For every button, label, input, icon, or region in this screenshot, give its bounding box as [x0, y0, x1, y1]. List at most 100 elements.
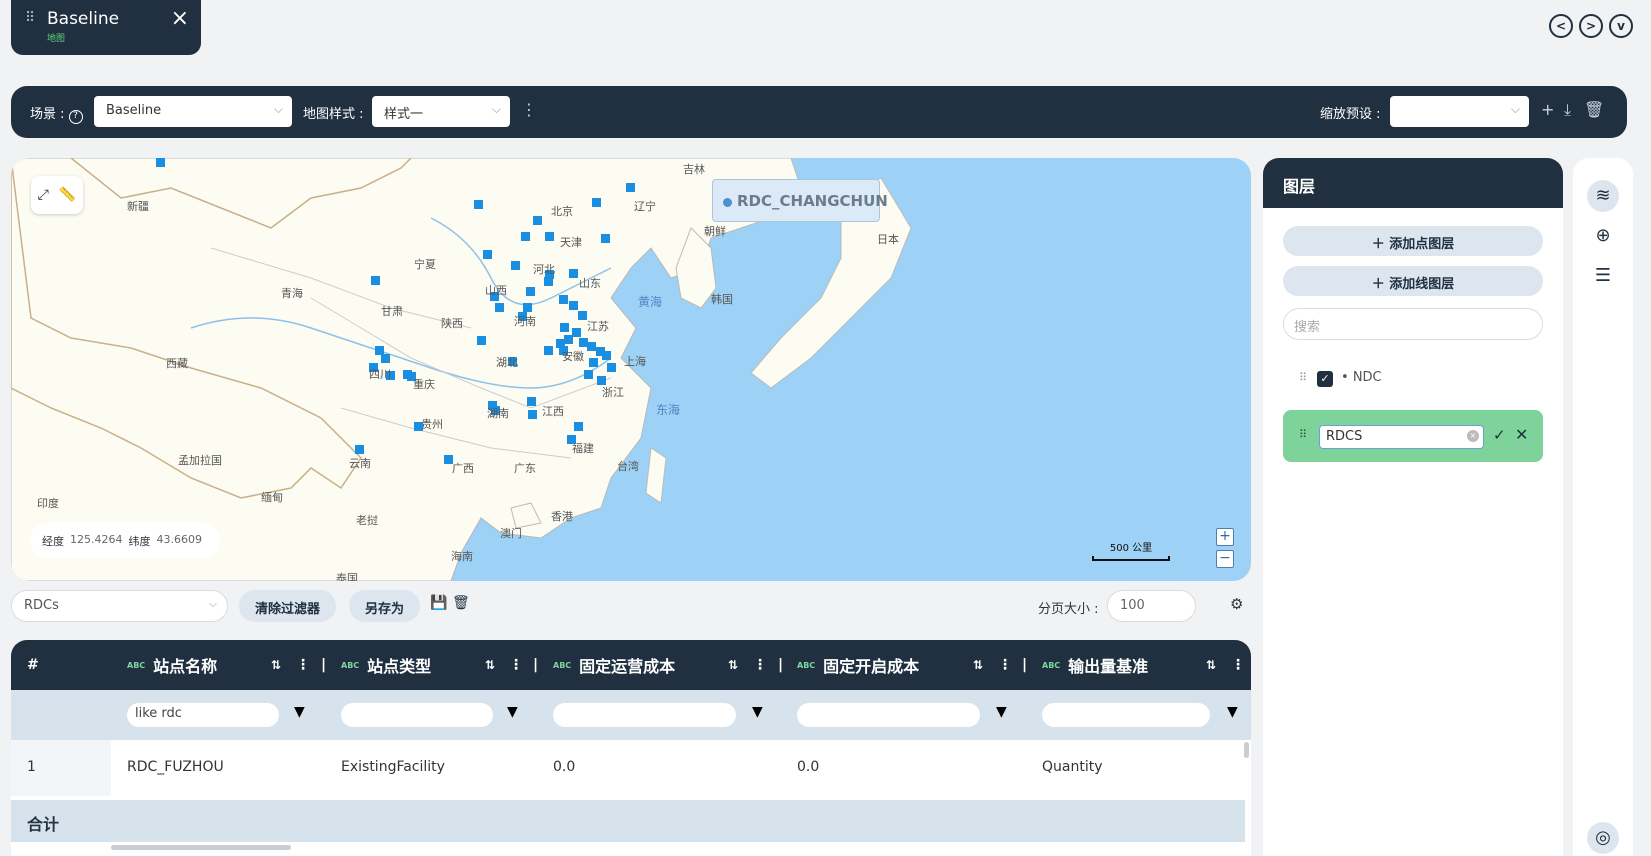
rdc-marker[interactable] [587, 342, 596, 351]
filter-icon[interactable]: ▼ [752, 704, 763, 720]
horizontal-scrollbar[interactable] [111, 845, 291, 850]
rdc-marker[interactable] [545, 232, 554, 241]
column-header[interactable]: ABC 固定开启成本 [797, 640, 919, 690]
drag-handle-icon[interactable]: ⠿ [1299, 371, 1307, 384]
rdc-marker[interactable] [626, 183, 635, 192]
rdc-marker[interactable] [526, 287, 535, 296]
sort-icon[interactable]: ⇅ [973, 640, 983, 690]
add-point-layer-button[interactable]: ＋ 添加点图层 [1283, 226, 1543, 256]
analytics-icon[interactable]: ◎ [1587, 822, 1619, 854]
rdc-marker[interactable] [528, 410, 537, 419]
gear-icon[interactable]: ⚙ [1230, 595, 1243, 613]
filter-icon[interactable]: ▼ [1227, 704, 1238, 720]
column-divider[interactable]: | [1022, 640, 1027, 690]
zoom-preset-select[interactable]: ⌵ [1390, 96, 1529, 127]
save-as-button[interactable]: 另存为 [349, 590, 421, 622]
zoom-in-button[interactable]: + [1216, 528, 1234, 546]
confirm-icon[interactable]: ✓ [1493, 426, 1506, 444]
filter-icon[interactable]: ▼ [507, 704, 518, 720]
rdc-marker[interactable] [589, 358, 598, 367]
rdc-marker[interactable] [483, 250, 492, 259]
sort-icon[interactable]: ⇅ [271, 640, 281, 690]
delete-icon[interactable]: 🗑 [452, 595, 470, 611]
map-view[interactable]: 新疆 青海 西藏 甘肃 宁夏 四川 陕西 山西 河北 北京 天津 山东 河南 湖… [11, 158, 1251, 581]
rdc-marker[interactable] [569, 301, 578, 310]
more-vertical-icon[interactable]: ⋮ [521, 100, 537, 119]
page-size-input[interactable]: 100 [1107, 590, 1196, 622]
drag-handle-icon[interactable]: ⠿ [1299, 428, 1307, 441]
more-vertical-icon[interactable]: ⋮ [1231, 640, 1245, 690]
scene-select[interactable]: Baseline ⌵ [94, 96, 292, 127]
help-icon[interactable]: ? [68, 110, 83, 124]
more-vertical-icon[interactable]: ⋮ [998, 640, 1012, 690]
add-icon[interactable]: + [1541, 100, 1554, 119]
rdc-marker[interactable] [527, 397, 536, 406]
table-row[interactable]: 1 RDC_FUZHOU ExistingFacility 0.0 0.0 Qu… [11, 740, 1251, 796]
layer-name-input[interactable]: RDCS [1319, 425, 1484, 449]
drag-handle-icon[interactable]: ⠿ [25, 10, 35, 26]
download-icon[interactable]: ⤓ [1564, 100, 1571, 120]
rdc-marker[interactable] [592, 198, 601, 207]
rdc-marker[interactable] [572, 328, 581, 337]
add-layer-icon[interactable]: ⊕ [1587, 220, 1619, 252]
save-icon[interactable]: 💾 [430, 595, 447, 611]
rdc-marker[interactable] [474, 200, 483, 209]
column-filter-input[interactable] [553, 703, 736, 727]
rdc-marker[interactable] [560, 323, 569, 332]
workspace-tab[interactable]: ⠿ Baseline 地图 × [11, 0, 201, 55]
layer-checkbox[interactable]: ✓ [1317, 371, 1333, 387]
rdc-marker[interactable] [569, 269, 578, 278]
column-divider[interactable]: | [321, 640, 326, 690]
column-filter-input[interactable] [797, 703, 980, 727]
rdc-marker[interactable] [584, 370, 593, 379]
sort-icon[interactable]: ⇅ [1206, 640, 1216, 690]
more-vertical-icon[interactable]: ⋮ [753, 640, 767, 690]
sort-icon[interactable]: ⇅ [728, 640, 738, 690]
rdc-marker[interactable] [371, 276, 380, 285]
delete-icon[interactable]: 🗑 [1584, 100, 1604, 119]
column-divider[interactable]: | [533, 640, 538, 690]
column-filter-input[interactable] [1042, 703, 1210, 727]
prev-icon[interactable]: < [1549, 14, 1573, 38]
layer-item-editing[interactable]: ⠿ RDCS × ✓ ✕ [1283, 410, 1543, 462]
rdc-marker[interactable] [523, 303, 532, 312]
column-header[interactable]: ABC 站点类型 [341, 640, 431, 690]
legend-list-icon[interactable]: ☰ [1587, 260, 1619, 292]
clear-filters-button[interactable]: 清除过滤器 [239, 590, 337, 622]
chevron-down-icon[interactable]: v [1609, 14, 1633, 38]
column-filter-input[interactable] [341, 703, 493, 727]
ruler-icon[interactable]: 📏 [59, 187, 76, 203]
rdc-marker[interactable] [533, 216, 542, 225]
close-icon[interactable]: × [171, 6, 189, 31]
rdc-marker[interactable] [544, 277, 553, 286]
column-filter-input[interactable]: like rdc [127, 703, 279, 727]
rdc-marker[interactable] [574, 422, 583, 431]
layers-icon[interactable]: ≋ [1587, 180, 1619, 212]
rdc-marker[interactable] [156, 158, 165, 167]
cancel-icon[interactable]: ✕ [1515, 425, 1528, 444]
view-select[interactable]: RDCs ⌵ [11, 590, 228, 622]
rdc-marker[interactable] [521, 232, 530, 241]
rdc-marker[interactable] [601, 234, 610, 243]
rdc-marker[interactable] [607, 363, 616, 372]
column-header[interactable]: ABC 固定运营成本 [553, 640, 675, 690]
clear-input-icon[interactable]: × [1467, 430, 1479, 442]
add-line-layer-button[interactable]: ＋ 添加线图层 [1283, 266, 1543, 296]
layer-item[interactable]: ⠿ ✓ • NDC [1283, 364, 1543, 394]
more-vertical-icon[interactable]: ⋮ [509, 640, 523, 690]
next-icon[interactable]: > [1579, 14, 1603, 38]
fullscreen-icon[interactable]: ⤢ [38, 187, 49, 203]
rdc-marker[interactable] [495, 303, 504, 312]
rdc-marker[interactable] [355, 445, 364, 454]
rdc-marker[interactable] [564, 335, 573, 344]
column-header[interactable]: ABC 输出量基准 [1042, 640, 1148, 690]
column-divider[interactable]: | [778, 640, 783, 690]
rdc-marker[interactable] [477, 336, 486, 345]
column-header[interactable]: ABC 站点名称 [127, 640, 217, 690]
rdc-marker[interactable] [578, 311, 587, 320]
rdc-marker[interactable] [511, 261, 520, 270]
vertical-scrollbar[interactable] [1244, 742, 1249, 758]
map-style-select[interactable]: 样式一 ⌵ [372, 96, 510, 127]
rdc-marker[interactable] [602, 351, 611, 360]
filter-icon[interactable]: ▼ [294, 704, 305, 720]
